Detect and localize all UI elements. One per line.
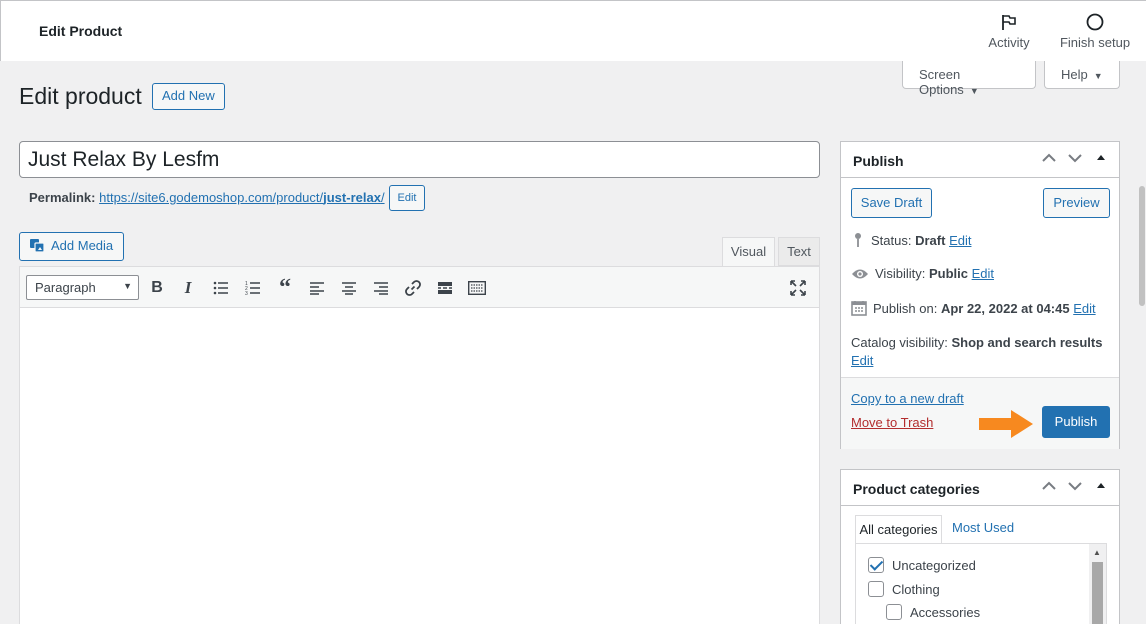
screen-options-button[interactable]: Screen Options ▼ — [902, 61, 1036, 97]
activity-label: Activity — [988, 35, 1030, 50]
catalog-visibility-row: Catalog visibility: Shop and search resu… — [851, 335, 1103, 368]
collapse-toggle-icon[interactable] — [1093, 150, 1109, 166]
move-to-trash-link[interactable]: Move to Trash — [851, 415, 933, 430]
pin-icon — [855, 233, 861, 247]
tab-text[interactable]: Text — [778, 237, 820, 266]
flag-icon — [1002, 15, 1016, 30]
publish-box: Publish Save Draft Preview Status: Draft… — [840, 141, 1120, 449]
scroll-up-icon[interactable]: ▲ — [1093, 548, 1101, 557]
publish-date-row: Publish on: Apr 22, 2022 at 04:45 Edit — [851, 300, 1096, 316]
italic-icon[interactable]: I — [177, 277, 199, 299]
checkbox-checked[interactable] — [868, 557, 884, 573]
preview-button[interactable]: Preview — [1043, 188, 1110, 218]
page-title: Edit product — [19, 83, 142, 109]
finish-setup-label: Finish setup — [1059, 35, 1131, 50]
caret-down-icon: ▼ — [1093, 71, 1103, 81]
chevron-up-icon[interactable] — [1041, 478, 1057, 494]
add-media-button[interactable]: Add Media — [19, 232, 124, 261]
page-scrollbar-thumb[interactable] — [1139, 186, 1145, 306]
fullscreen-icon[interactable] — [787, 277, 809, 299]
read-more-icon[interactable] — [434, 277, 456, 299]
activity-button[interactable]: Activity — [987, 13, 1031, 50]
tab-most-used[interactable]: Most Used — [952, 520, 1014, 535]
link-icon[interactable] — [402, 277, 424, 299]
scrollbar-thumb[interactable] — [1092, 562, 1103, 624]
publish-actions: Copy to a new draft Move to Trash Publis… — [841, 377, 1119, 449]
align-left-icon[interactable] — [306, 277, 328, 299]
category-item-clothing[interactable]: Clothing — [868, 581, 940, 597]
blockquote-icon[interactable]: “ — [274, 276, 296, 300]
top-bar-title: Edit Product — [39, 23, 123, 39]
svg-text:3: 3 — [245, 291, 248, 295]
format-select[interactable]: Paragraph ▼ — [26, 275, 139, 300]
permalink: Permalink: https://site6.godemoshop.com/… — [29, 190, 385, 205]
box-controls — [1041, 150, 1109, 166]
screen-options-label: Screen Options — [919, 67, 964, 97]
caret-down-icon: ▼ — [969, 86, 979, 96]
category-item-accessories[interactable]: Accessories — [886, 604, 980, 620]
chevron-down-icon[interactable] — [1067, 150, 1083, 166]
product-title-input[interactable] — [19, 141, 820, 178]
publish-box-header: Publish — [841, 142, 1119, 178]
category-item-uncategorized[interactable]: Uncategorized — [868, 557, 976, 573]
arrow-right-icon — [979, 410, 1033, 438]
categories-box-header: Product categories — [841, 470, 1119, 506]
numbered-list-icon[interactable]: 123 — [242, 277, 264, 299]
bulleted-list-icon[interactable] — [210, 277, 232, 299]
calendar-icon — [851, 301, 867, 316]
checkbox[interactable] — [868, 581, 884, 597]
categories-box-title: Product categories — [853, 481, 980, 497]
add-media-label: Add Media — [51, 238, 114, 253]
category-scrollbar[interactable]: ▲ — [1089, 544, 1106, 624]
category-checklist: Uncategorized Clothing Accessories ▲ — [855, 543, 1107, 624]
caret-down-icon: ▼ — [123, 281, 132, 291]
collapse-toggle-icon[interactable] — [1093, 478, 1109, 494]
status-edit-link[interactable]: Edit — [949, 233, 971, 248]
status-row: Status: Draft Edit — [851, 232, 971, 248]
visibility-row: Visibility: Public Edit — [851, 266, 994, 281]
permalink-link[interactable]: https://site6.godemoshop.com/product/jus… — [99, 190, 384, 205]
content-editor[interactable]: Paragraph ▼ B I 123 “ — [19, 266, 820, 624]
chevron-down-icon[interactable] — [1067, 478, 1083, 494]
align-right-icon[interactable] — [370, 277, 392, 299]
media-icon — [30, 239, 45, 253]
top-bar: Edit Product Activity Finish setup — [0, 0, 1146, 61]
add-new-button[interactable]: Add New — [152, 83, 225, 110]
visibility-edit-link[interactable]: Edit — [972, 266, 994, 281]
help-button[interactable]: Help ▼ — [1044, 61, 1120, 89]
permalink-label: Permalink: — [29, 190, 96, 205]
permalink-edit-button[interactable]: Edit — [389, 185, 425, 211]
help-label: Help — [1061, 67, 1088, 82]
editor-toolbar: Paragraph ▼ B I 123 “ — [20, 267, 819, 308]
product-categories-box: Product categories All categories Most U… — [840, 469, 1120, 624]
finish-setup-button[interactable]: Finish setup — [1059, 13, 1131, 50]
publish-date-edit-link[interactable]: Edit — [1073, 301, 1095, 316]
align-center-icon[interactable] — [338, 277, 360, 299]
copy-to-draft-link[interactable]: Copy to a new draft — [851, 391, 964, 406]
toolbar-toggle-icon[interactable] — [466, 277, 488, 299]
bold-icon[interactable]: B — [146, 277, 168, 299]
eye-icon — [852, 269, 868, 279]
publish-box-title: Publish — [853, 153, 904, 169]
page-scrollbar[interactable] — [1138, 61, 1146, 624]
chevron-up-icon[interactable] — [1041, 150, 1057, 166]
tab-all-categories[interactable]: All categories — [855, 515, 942, 544]
tab-visual[interactable]: Visual — [722, 237, 775, 267]
circle-icon — [1086, 13, 1104, 31]
box-controls — [1041, 478, 1109, 494]
checkbox[interactable] — [886, 604, 902, 620]
publish-button[interactable]: Publish — [1042, 406, 1110, 438]
save-draft-button[interactable]: Save Draft — [851, 188, 932, 218]
catalog-visibility-edit-link[interactable]: Edit — [851, 353, 873, 368]
